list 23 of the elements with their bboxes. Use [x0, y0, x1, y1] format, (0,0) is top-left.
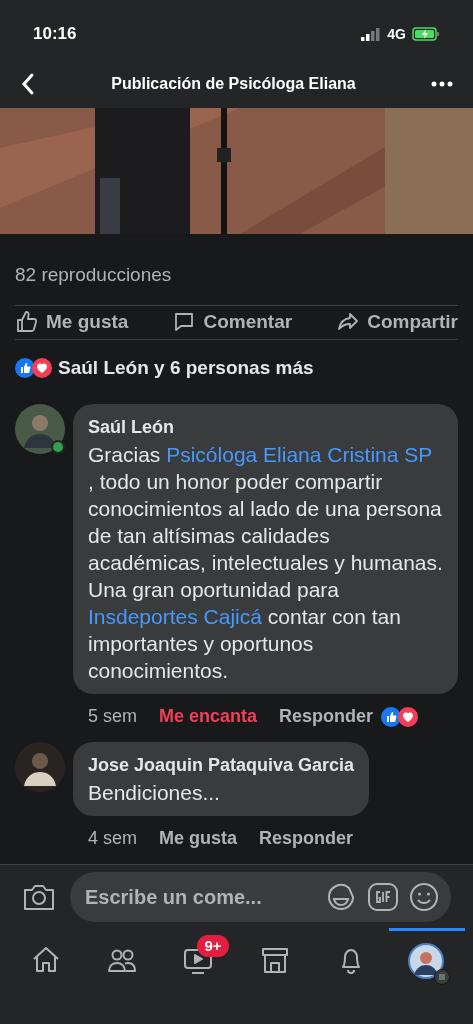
header-title: Publicación de Psicóloga Eliana	[111, 74, 356, 94]
action-button[interactable]: Compartir	[336, 307, 458, 337]
reaction-link[interactable]: Me encanta	[159, 703, 258, 730]
mention-link[interactable]: Insdeportes Cajicá	[88, 605, 262, 628]
comment-text: Gracias Psicóloga Eliana Cristina SP , todo un honor poder compartir conocimientos al lado de una persona de tan altísimas calidades académicas, intelectuales y humanas. Una gran oportunidad para Insdeportes Cajicá contar con tan importantes y oportunos conocimientos.	[88, 442, 443, 684]
comment-field[interactable]: Escribe un come...	[70, 871, 451, 922]
comment-author[interactable]: Jose Joaquin Pataquiva Garcia	[88, 752, 355, 779]
reactions-summary[interactable]: Saúl León y 6 personas más	[58, 353, 314, 382]
reaction-link[interactable]: Me gusta	[159, 825, 238, 852]
comment-author[interactable]: Saúl León	[88, 414, 443, 441]
reply-link[interactable]: Responder	[279, 703, 374, 730]
action-button[interactable]: Comentar	[172, 307, 293, 337]
notification-badge: 9+	[197, 935, 229, 957]
action-button[interactable]: Me gusta	[15, 307, 129, 337]
nav-tab[interactable]: 9+	[160, 928, 237, 1024]
comment-text: Bendiciones...	[88, 780, 221, 806]
status-time: 10:16	[33, 23, 77, 46]
network-label: 4G	[387, 24, 406, 44]
comment-time: 5 sem	[88, 705, 138, 728]
reply-link[interactable]: Responder	[259, 825, 354, 852]
mention-link[interactable]: Psicóloga Eliana Cristina SP	[166, 443, 432, 466]
view-count: 82 reproducciones	[15, 263, 173, 287]
comment-time: 4 sem	[88, 827, 138, 850]
